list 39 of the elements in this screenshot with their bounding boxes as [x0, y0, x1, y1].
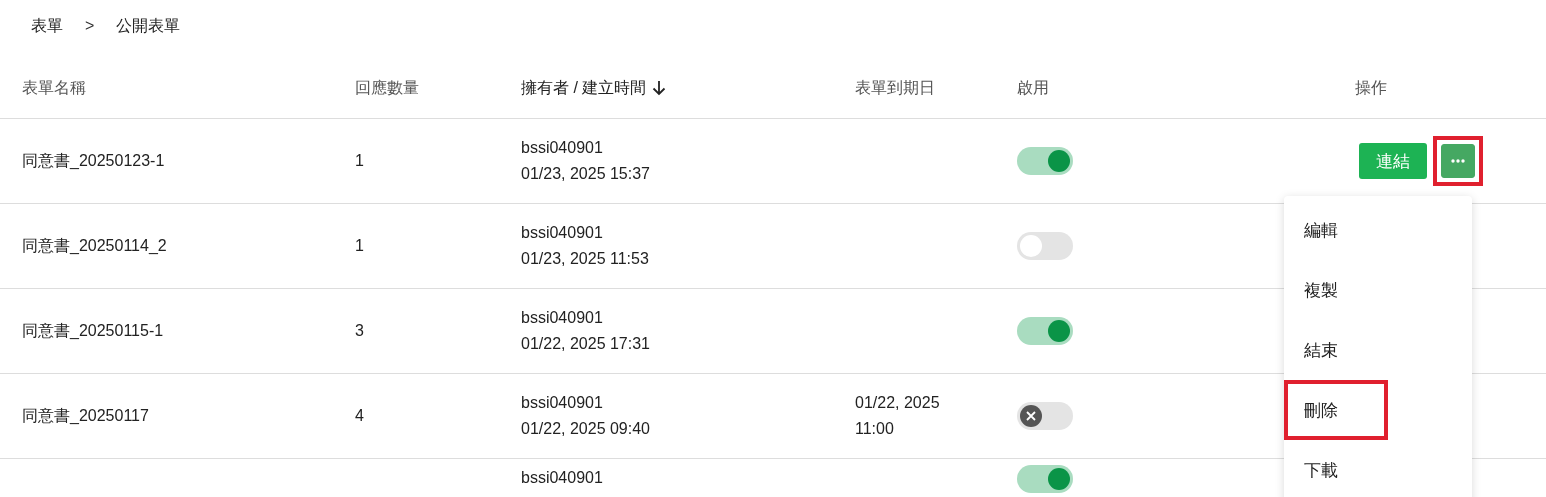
response-count: 3	[355, 322, 364, 339]
form-name: 同意書_20250115-1	[22, 321, 164, 339]
ellipsis-icon	[1451, 159, 1465, 163]
menu-item[interactable]: 複製	[1284, 260, 1388, 320]
column-header[interactable]: 啟用	[1017, 77, 1049, 99]
breadcrumb-separator: >	[85, 17, 95, 35]
enable-toggle[interactable]	[1017, 465, 1073, 493]
enable-toggle[interactable]	[1017, 147, 1073, 175]
owner-name: bssi040901	[521, 468, 604, 488]
menu-item[interactable]: 結束	[1284, 320, 1388, 380]
breadcrumb-item[interactable]: 表單	[31, 15, 63, 37]
menu-item[interactable]: 刪除	[1284, 380, 1388, 440]
created-time: 01/23, 2025 15:37	[521, 164, 651, 184]
created-time: 01/23, 2025 11:53	[521, 249, 650, 269]
owner-name: bssi040901	[521, 393, 604, 413]
column-header[interactable]: 表單名稱	[22, 77, 86, 99]
form-name: 同意書_20250114_2	[22, 236, 167, 254]
owner-name: bssi040901	[521, 308, 604, 328]
created-time: 01/22, 2025 17:31	[521, 334, 651, 354]
menu-item[interactable]: 下載	[1284, 440, 1388, 497]
expiry-date: 01/22, 2025 11:00	[855, 393, 941, 439]
form-name: 同意書_20250117	[22, 406, 149, 424]
response-count: 4	[355, 407, 364, 424]
enable-toggle[interactable]	[1017, 402, 1073, 430]
created-time: 01/22, 2025 09:40	[521, 419, 651, 439]
column-header[interactable]: 操作	[1355, 77, 1387, 99]
column-header[interactable]: 回應數量	[355, 77, 419, 99]
sort-down-icon	[652, 80, 667, 96]
enable-toggle[interactable]	[1017, 232, 1073, 260]
response-count: 1	[355, 152, 364, 169]
column-header[interactable]: 表單到期日	[855, 77, 935, 99]
menu-item[interactable]: 編輯	[1284, 200, 1388, 260]
response-count: 1	[355, 237, 364, 254]
owner-name: bssi040901	[521, 138, 604, 158]
breadcrumb-item[interactable]: 公開表單	[116, 15, 181, 37]
owner-name: bssi040901	[521, 223, 604, 243]
column-header[interactable]: 擁有者 / 建立時間	[521, 77, 667, 99]
form-name: 同意書_20250123-1	[22, 151, 165, 169]
enable-toggle[interactable]	[1017, 317, 1073, 345]
